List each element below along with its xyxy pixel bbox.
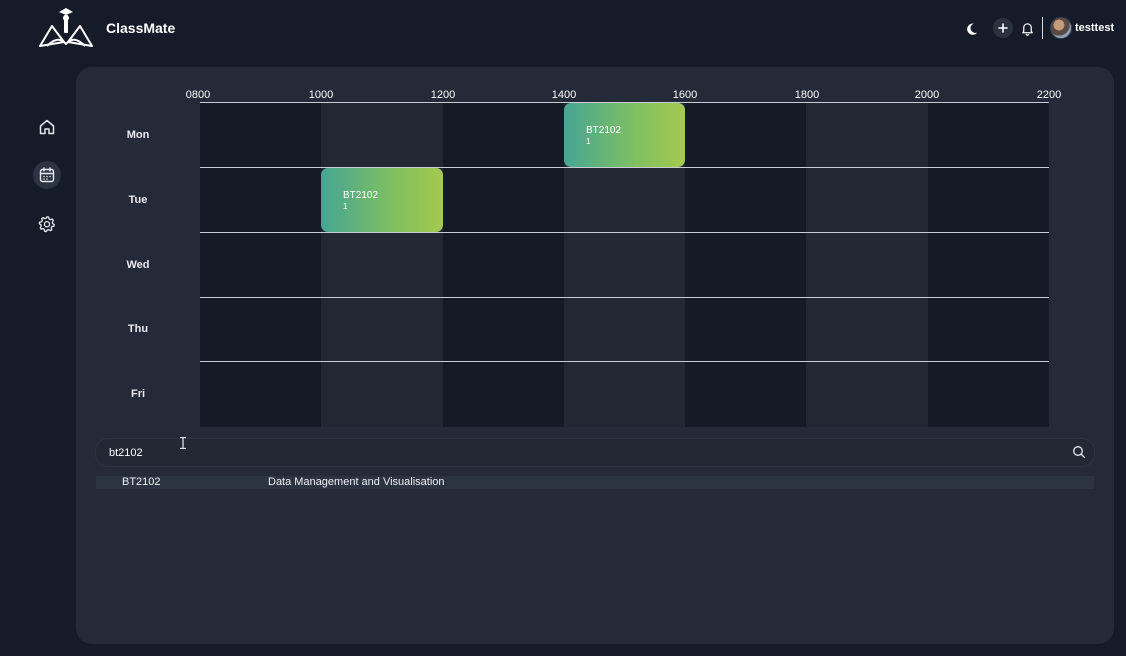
row-divider — [200, 232, 1049, 233]
event-group: 1 — [343, 202, 348, 211]
time-label: 1400 — [551, 89, 577, 101]
result-module-code: BT2102 — [122, 476, 161, 488]
day-label: Fri — [130, 388, 146, 400]
module-search-input[interactable] — [109, 444, 1009, 461]
time-column — [443, 103, 564, 427]
day-label: Thu — [127, 323, 149, 335]
bell-icon — [1021, 22, 1033, 36]
home-icon — [39, 119, 55, 135]
time-column — [685, 103, 806, 427]
sidebar-item-home[interactable] — [33, 113, 61, 141]
day-label: Wed — [126, 259, 150, 271]
row-divider — [200, 297, 1049, 298]
dark-mode-toggle[interactable] — [963, 18, 983, 38]
module-search-bar — [96, 439, 1094, 466]
avatar[interactable] — [1050, 17, 1072, 39]
row-divider — [200, 361, 1049, 362]
add-button[interactable] — [993, 18, 1013, 38]
user-menu[interactable]: testtest — [1050, 17, 1114, 39]
day-label: Mon — [126, 129, 150, 141]
event-group: 1 — [586, 137, 591, 146]
timetable-event[interactable]: BT2102 1 — [321, 168, 443, 232]
event-code: BT2102 — [343, 190, 379, 201]
text-cursor-icon — [180, 437, 186, 449]
day-label: Tue — [128, 194, 148, 206]
calendar-icon — [39, 167, 55, 183]
time-label: 1600 — [672, 89, 698, 101]
time-label: 0800 — [185, 89, 211, 101]
top-bar: ClassMate testtest — [0, 0, 1126, 58]
time-label: 1000 — [308, 89, 334, 101]
time-label: 2200 — [1036, 89, 1062, 101]
timetable-event[interactable]: BT2102 1 — [564, 103, 685, 167]
search-icon[interactable] — [1072, 445, 1086, 459]
time-column — [928, 103, 1049, 427]
result-module-name: Data Management and Visualisation — [268, 476, 445, 488]
search-result-row[interactable]: BT2102 Data Management and Visualisation — [96, 476, 1094, 489]
time-label: 1200 — [430, 89, 456, 101]
time-column — [321, 103, 443, 427]
header-divider — [1042, 17, 1043, 39]
gear-icon — [38, 216, 55, 233]
time-label: 1800 — [794, 89, 820, 101]
brand-name: ClassMate — [106, 20, 176, 36]
time-column — [806, 103, 928, 427]
notifications-button[interactable] — [1017, 18, 1037, 38]
sidebar-item-settings[interactable] — [33, 210, 61, 238]
time-column — [200, 103, 321, 427]
time-label: 2000 — [914, 89, 940, 101]
logo-icon[interactable] — [37, 4, 95, 50]
username: testtest — [1075, 22, 1115, 34]
plus-icon — [998, 23, 1008, 33]
event-code: BT2102 — [586, 125, 622, 136]
moon-icon — [966, 23, 977, 35]
sidebar-item-timetable[interactable] — [33, 161, 61, 189]
